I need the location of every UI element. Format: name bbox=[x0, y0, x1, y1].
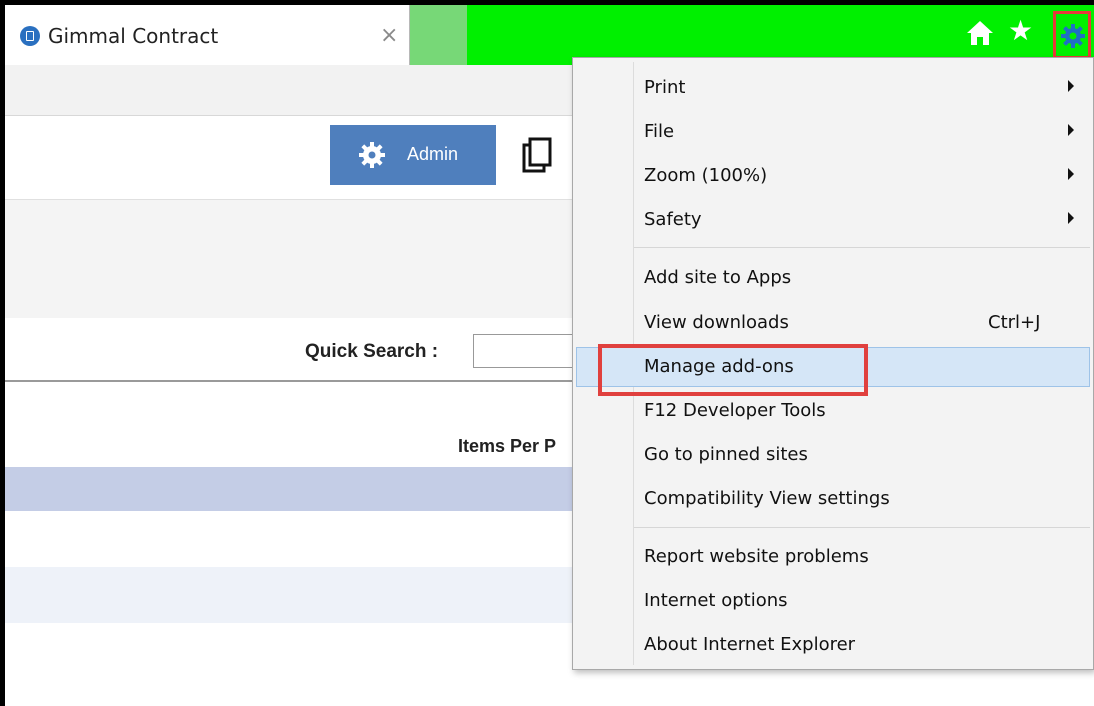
menu-item-compatibility-view-settings[interactable]: Compatibility View settings bbox=[576, 479, 1090, 519]
menu-item-label: Add site to Apps bbox=[644, 267, 792, 288]
menu-item-manage-add-ons[interactable]: Manage add-ons bbox=[576, 347, 1090, 387]
menu-item-safety[interactable]: Safety bbox=[576, 200, 1090, 240]
menu-item-label: Safety bbox=[644, 209, 702, 230]
home-icon[interactable] bbox=[965, 18, 995, 48]
menu-item-file[interactable]: File bbox=[576, 112, 1090, 152]
menu-item-about-internet-explorer[interactable]: About Internet Explorer bbox=[576, 625, 1090, 665]
submenu-arrow-icon bbox=[1068, 212, 1074, 224]
tab-gimmal-contract[interactable]: Gimmal Contract × bbox=[5, 5, 410, 65]
quick-search-label: Quick Search : bbox=[305, 341, 439, 362]
menu-item-label: View downloads bbox=[644, 312, 789, 333]
tab-title: Gimmal Contract bbox=[48, 24, 219, 48]
menu-item-zoom[interactable]: Zoom (100%) bbox=[576, 156, 1090, 196]
menu-item-label: Print bbox=[644, 77, 686, 98]
submenu-arrow-icon bbox=[1068, 168, 1074, 180]
menu-item-view-downloads[interactable]: View downloads Ctrl+J bbox=[576, 303, 1090, 343]
star-icon[interactable]: ★ bbox=[1008, 17, 1033, 45]
site-favicon-icon bbox=[20, 26, 40, 46]
menu-item-report-website-problems[interactable]: Report website problems bbox=[576, 537, 1090, 577]
menu-item-label: Internet options bbox=[644, 590, 788, 611]
menu-item-label: Manage add-ons bbox=[644, 356, 794, 377]
menu-separator bbox=[634, 247, 1090, 248]
gear-icon bbox=[359, 142, 385, 168]
submenu-arrow-icon bbox=[1068, 80, 1074, 92]
menu-item-label: File bbox=[644, 121, 675, 142]
menu-item-print[interactable]: Print bbox=[576, 68, 1090, 108]
menu-item-label: Go to pinned sites bbox=[644, 444, 808, 465]
menu-item-label: About Internet Explorer bbox=[644, 634, 856, 655]
browser-window: Gimmal Contract × ★ Admin Quick Search:… bbox=[0, 0, 1094, 706]
menu-item-label: F12 Developer Tools bbox=[644, 400, 826, 421]
admin-label: Admin bbox=[407, 144, 459, 164]
menu-separator bbox=[634, 527, 1090, 528]
tab-bar: Gimmal Contract × ★ bbox=[5, 5, 1094, 65]
menu-item-f12-developer-tools[interactable]: F12 Developer Tools bbox=[576, 391, 1090, 431]
admin-button[interactable]: Admin bbox=[330, 125, 496, 185]
menu-item-shortcut: Ctrl+J bbox=[988, 312, 1041, 333]
menu-item-internet-options[interactable]: Internet options bbox=[576, 581, 1090, 621]
tools-button[interactable] bbox=[1053, 11, 1091, 59]
tools-menu: Print File Zoom (100%) Safety Add site t… bbox=[572, 57, 1094, 670]
menu-item-label: Compatibility View settings bbox=[644, 488, 890, 509]
menu-item-label: Zoom (100%) bbox=[644, 165, 768, 186]
submenu-arrow-icon bbox=[1068, 124, 1074, 136]
close-icon[interactable]: × bbox=[380, 23, 398, 48]
menu-item-label: Report website problems bbox=[644, 546, 869, 567]
copy-icon[interactable] bbox=[520, 136, 556, 178]
items-per-page-label: Items Per P bbox=[458, 436, 557, 456]
menu-item-go-to-pinned-sites[interactable]: Go to pinned sites bbox=[576, 435, 1090, 475]
new-tab-button[interactable] bbox=[410, 5, 467, 65]
gear-icon bbox=[1061, 24, 1085, 48]
menu-item-add-site-to-apps[interactable]: Add site to Apps bbox=[576, 258, 1090, 298]
